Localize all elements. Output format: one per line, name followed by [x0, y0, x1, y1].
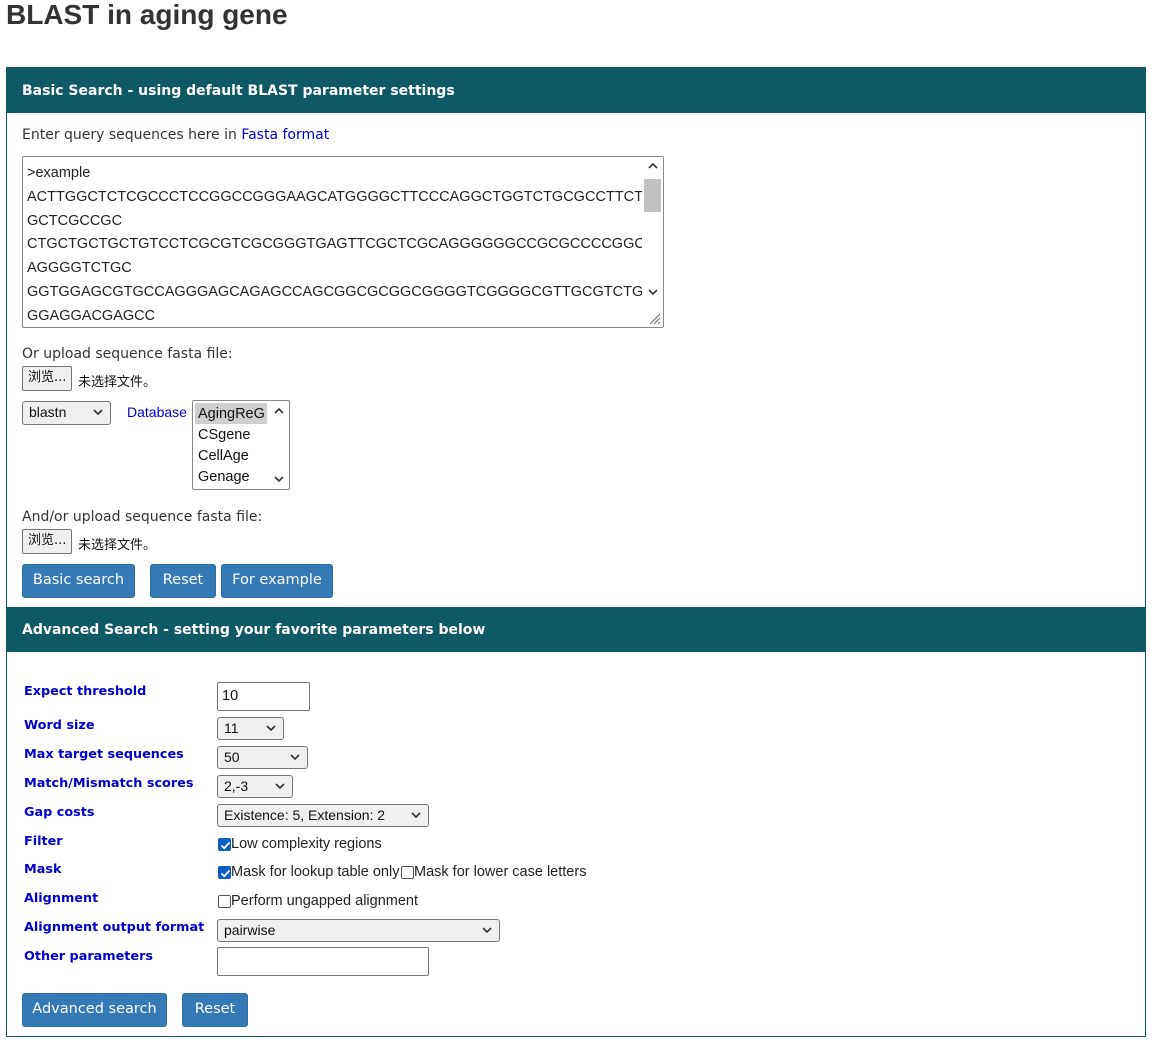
chevron-down-icon: [92, 405, 104, 419]
database-option[interactable]: CSgene: [195, 424, 267, 445]
ungapped-checkbox[interactable]: [218, 895, 231, 908]
chevron-down-icon: [289, 750, 301, 764]
database-option[interactable]: AgingReG: [195, 403, 267, 424]
mask-lookup-checkbox[interactable]: [218, 866, 231, 879]
gap-costs-label: Gap costs: [24, 805, 95, 820]
sequence-line: AGGGGTCTGC: [27, 260, 132, 277]
basic-search-header: Basic Search - using default BLAST param…: [7, 68, 1145, 113]
query-prompt: Enter query sequences here in Fasta form…: [22, 127, 329, 143]
sequence-line: GGTGGAGCGTGCCAGGGAGCAGAGCCAGCGGCGCGGCGGG…: [27, 283, 644, 300]
scroll-down-icon[interactable]: [273, 472, 285, 489]
no-file-text-1: 未选择文件。: [78, 375, 157, 390]
mask-lookup-label: Mask for lookup table only: [231, 864, 400, 880]
for-example-button[interactable]: For example: [221, 564, 333, 598]
match-mismatch-value: 2,-3: [224, 778, 249, 794]
textarea-scrollbar[interactable]: [642, 157, 663, 327]
word-size-value: 11: [224, 720, 239, 736]
chevron-down-icon: [481, 923, 493, 937]
word-size-select[interactable]: 11: [217, 717, 284, 740]
mask-lowercase-label: Mask for lower case letters: [414, 864, 587, 880]
upload-label-2: And/or upload sequence fasta file:: [22, 509, 263, 525]
other-parameters-input[interactable]: [217, 947, 429, 976]
advanced-search-header: Advanced Search - setting your favorite …: [7, 607, 1145, 652]
sequence-line: CTGCTGCTGCTGTCCTCGCGTCGCGGGTGAGTTCGCTCGC…: [27, 236, 647, 253]
chevron-down-icon: [265, 721, 277, 735]
sequence-line: ACTTGGCTCTCGCCCTCCGGCCGGGAAGCATGGGGCTTCC…: [27, 188, 647, 205]
output-format-label: Alignment output format: [24, 920, 205, 935]
output-format-value: pairwise: [224, 922, 276, 938]
blast-form-panel: Basic Search - using default BLAST param…: [6, 67, 1146, 1037]
scroll-up-icon[interactable]: [273, 404, 285, 422]
program-select[interactable]: blastn: [22, 401, 111, 425]
word-size-label: Word size: [24, 718, 95, 733]
page-title: BLAST in aging gene: [6, 0, 288, 30]
mask-lowercase-checkbox[interactable]: [401, 866, 414, 879]
no-file-text-2: 未选择文件。: [78, 538, 157, 553]
chevron-down-icon: [410, 808, 422, 822]
advanced-search-button[interactable]: Advanced search: [22, 993, 167, 1027]
max-targets-select[interactable]: 50: [217, 746, 308, 769]
program-select-value: blastn: [29, 404, 67, 420]
output-format-select[interactable]: pairwise: [217, 919, 500, 942]
low-complexity-label: Low complexity regions: [231, 836, 382, 852]
basic-reset-button[interactable]: Reset: [150, 564, 216, 598]
ungapped-label: Perform ungapped alignment: [231, 893, 419, 909]
max-targets-value: 50: [224, 749, 240, 765]
database-option[interactable]: Genage: [195, 466, 267, 487]
advanced-reset-button[interactable]: Reset: [182, 993, 248, 1027]
max-targets-label: Max target sequences: [24, 747, 184, 762]
alignment-label: Alignment: [24, 891, 99, 906]
sequence-line: GCTCGCCGC: [27, 212, 123, 229]
sequence-textarea[interactable]: >example ACTTGGCTCTCGCCCTCCGGCCGGGAAGCAT…: [22, 156, 664, 328]
match-mismatch-select[interactable]: 2,-3: [217, 775, 293, 798]
sequence-text[interactable]: >example ACTTGGCTCTCGCCCTCCGGCCGGGAAGCAT…: [27, 163, 647, 327]
gap-costs-value: Existence: 5, Extension: 2: [224, 807, 386, 823]
database-option[interactable]: CellAge: [195, 445, 267, 466]
match-mismatch-label: Match/Mismatch scores: [24, 776, 194, 791]
sequence-line: >example: [27, 165, 91, 181]
browse-button-1[interactable]: 浏览...: [22, 366, 73, 391]
mask-label: Mask: [24, 862, 62, 877]
chevron-down-icon: [274, 779, 286, 793]
low-complexity-checkbox[interactable]: [218, 838, 231, 851]
basic-search-button[interactable]: Basic search: [22, 564, 135, 598]
scroll-up-icon[interactable]: [646, 160, 659, 173]
sequence-line: GGAGGACGAGCC: [27, 307, 156, 324]
other-parameters-label: Other parameters: [24, 949, 154, 964]
browse-button-2[interactable]: 浏览...: [22, 529, 73, 554]
query-prompt-text: Enter query sequences here in: [22, 127, 242, 143]
upload-label-1: Or upload sequence fasta file:: [22, 346, 233, 362]
expect-threshold-input[interactable]: 10: [217, 682, 310, 711]
expect-threshold-label: Expect threshold: [24, 684, 147, 699]
gap-costs-select[interactable]: Existence: 5, Extension: 2: [217, 804, 429, 827]
database-label: Database: [127, 404, 187, 420]
listbox-scrollbar[interactable]: [271, 401, 287, 489]
scroll-thumb[interactable]: [644, 179, 661, 212]
resize-grip-icon[interactable]: [647, 311, 661, 325]
filter-label: Filter: [24, 834, 63, 849]
fasta-format-link[interactable]: Fasta format: [241, 127, 329, 143]
database-listbox[interactable]: AgingReG CSgene CellAge Genage: [192, 400, 290, 490]
scroll-down-icon[interactable]: [646, 286, 659, 299]
